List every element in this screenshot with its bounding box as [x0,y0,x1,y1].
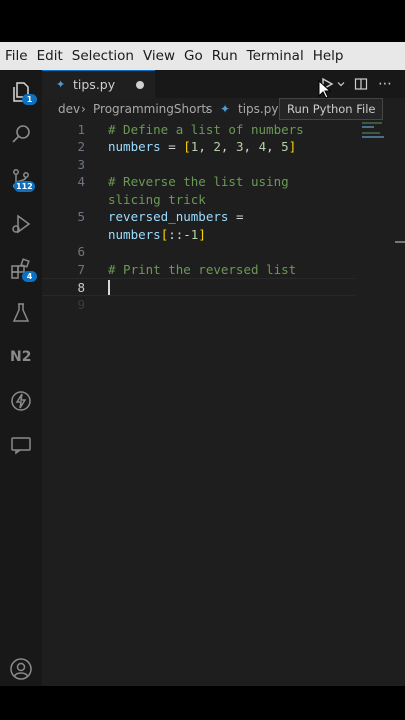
explorer-icon[interactable]: 1 [8,79,37,105]
code-number: 3 [235,139,244,154]
code-operator: ::- [168,227,191,242]
breadcrumb-file[interactable]: tips.py [238,102,278,116]
tab-bar: ✦ tips.py ⋯ [42,70,405,98]
menu-run[interactable]: Run [207,48,242,64]
text-cursor [108,280,110,295]
python-file-icon: ✦ [56,78,66,91]
breadcrumb-separator-icon: › [205,102,210,116]
tab-tips-py[interactable]: ✦ tips.py [42,70,155,98]
menu-terminal[interactable]: Terminal [242,48,308,64]
menu-view[interactable]: View [138,48,179,64]
run-python-file-tooltip: Run Python File [279,98,384,120]
chat-icon[interactable] [8,432,34,458]
line-number: 9 [77,297,85,312]
code-variable: numbers [108,139,161,154]
code-line: # Print the reversed list [108,262,296,277]
code-number: 5 [281,139,289,154]
python-file-icon: ✦ [220,102,231,116]
n2-extension-icon[interactable]: N2 [8,343,34,369]
run-dropdown-chevron-icon[interactable] [336,75,346,93]
code-comment: slicing trick [108,192,206,207]
line-number: 6 [77,244,85,259]
lightning-icon[interactable] [8,388,34,414]
line-number: 7 [77,262,85,277]
code-comment: # Print the reversed list [108,262,297,277]
menu-edit[interactable]: Edit [32,48,67,64]
screen-top-bar [0,0,405,42]
menu-selection[interactable]: Selection [67,48,138,64]
line-number: 8 [77,280,85,295]
current-line-highlight [42,278,355,296]
code-line: slicing trick [108,192,206,207]
split-editor-icon[interactable] [352,75,370,93]
code-number: 2 [213,139,221,154]
code-line: reversed_numbers = [108,209,243,224]
account-icon[interactable] [8,656,34,682]
scrollbar-indicator[interactable] [395,241,405,243]
code-bracket: [ [183,139,191,154]
code-variable: numbers [108,227,161,242]
line-number: 3 [77,157,85,172]
breadcrumb-programmingshorts[interactable]: ProgrammingShorts [93,102,212,116]
code-comment: # Define a list of numbers [108,122,304,137]
more-actions-icon[interactable]: ⋯ [375,75,395,93]
mouse-cursor-icon [318,80,331,99]
menu-file[interactable]: File [0,48,32,64]
menu-help[interactable]: Help [308,48,348,64]
code-number: 4 [258,139,267,154]
explorer-badge: 1 [22,94,37,105]
code-variable: reversed_numbers [108,209,229,224]
breadcrumb-dev[interactable]: dev [58,102,80,116]
tab-label: tips.py [73,77,116,92]
svg-text:N2: N2 [10,349,31,365]
code-line: numbers = [1, 2, 3, 4, 5] [108,139,297,154]
unsaved-dot-icon[interactable] [136,81,144,89]
code-number: 1 [190,139,199,154]
code-comment: # Reverse the list using [108,174,289,189]
line-number: 2 [77,139,85,154]
code-line: # Reverse the list using [108,174,289,189]
code-bracket: ] [288,139,297,154]
screen-bottom-bar [0,686,405,720]
code-operator: = [160,139,184,154]
code-operator: = [228,209,244,224]
line-number: 4 [77,174,85,189]
line-number: 1 [77,122,85,137]
breadcrumb-separator-icon: › [81,102,86,116]
minimap[interactable] [362,120,386,140]
code-bracket: ] [198,227,206,242]
menu-bar: File Edit Selection View Go Run Terminal… [0,42,405,70]
menu-go[interactable]: Go [179,48,207,64]
line-number: 5 [77,209,85,224]
code-line: # Define a list of numbers [108,122,304,137]
code-line: numbers[::-1] [108,227,206,242]
